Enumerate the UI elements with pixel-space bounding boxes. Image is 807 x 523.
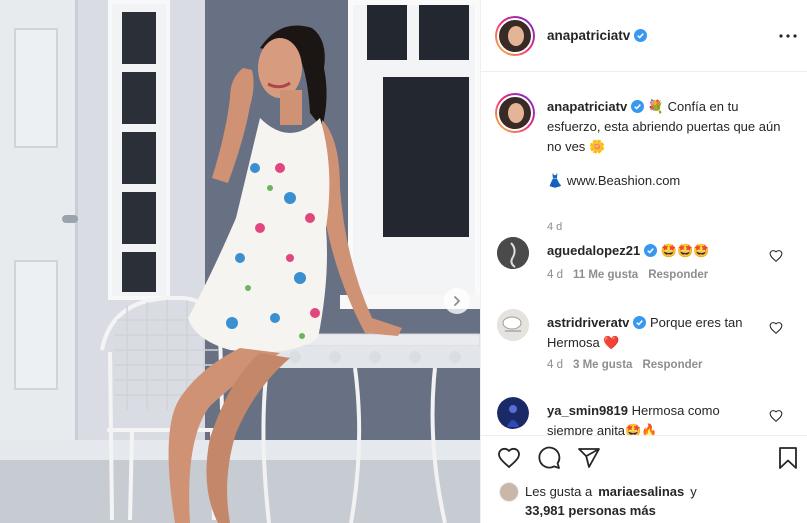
comment-timestamp[interactable]: 4 d [547, 269, 563, 281]
likes-joiner: y [690, 484, 697, 499]
comment-icon [538, 446, 561, 469]
door-panel-top [14, 28, 58, 148]
likes-count[interactable]: 33,981 personas más [525, 503, 656, 518]
comment-button[interactable] [537, 446, 561, 470]
likes-row: Les gusta a mariaesalinas y [499, 482, 697, 502]
comment-meta: 4 d 11 Me gusta Responder [547, 269, 708, 281]
comment-avatar[interactable] [497, 309, 529, 341]
comment-text: 🤩🤩🤩 [660, 243, 710, 258]
comment-timestamp[interactable]: 4 d [547, 359, 563, 371]
avatar-image [497, 309, 529, 341]
avatar-image [497, 397, 529, 429]
carousel-next-button[interactable] [444, 288, 470, 314]
more-horizontal-icon [779, 34, 797, 38]
avatar-image [497, 237, 529, 269]
caption-text: anapatriciatv 💐 Confía en tu esfuerzo, e… [547, 97, 787, 191]
chevron-right-icon [454, 296, 461, 306]
comment-like-count[interactable]: 3 Me gusta [573, 359, 632, 371]
save-button[interactable] [776, 446, 800, 470]
comment-body: ya_smin9819 Hermosa como siempre anita🤩🔥 [547, 401, 767, 435]
comments-list[interactable]: anapatriciatv 💐 Confía en tu esfuerzo, e… [481, 73, 807, 435]
caption-link-line: 👗 www.Beashion.com [547, 171, 787, 191]
bouquet-emoji: 💐 [647, 99, 665, 114]
heart-icon[interactable] [769, 321, 783, 335]
reply-button[interactable]: Responder [648, 269, 708, 281]
post-author-username[interactable]: anapatriciatv [547, 28, 648, 43]
reply-button[interactable]: Responder [642, 359, 702, 371]
bookmark-icon [779, 447, 797, 469]
verified-badge-icon [631, 100, 645, 113]
heart-icon[interactable] [769, 249, 783, 263]
share-icon [578, 448, 600, 468]
comment-body: aguedalopez21 🤩🤩🤩 [547, 241, 767, 261]
comment-avatar[interactable] [497, 397, 529, 429]
verified-badge-icon [633, 316, 647, 329]
verified-badge-icon [634, 29, 648, 42]
caption-avatar[interactable] [495, 93, 535, 133]
comment-like-count[interactable]: 11 Me gusta [573, 269, 638, 281]
liker-username[interactable]: mariaesalinas [598, 483, 684, 501]
woman-in-floral-dress [168, 25, 402, 523]
caption-website: www.Beashion.com [566, 173, 681, 188]
verified-badge-icon [644, 244, 658, 257]
caption-username[interactable]: anapatriciatv [547, 99, 627, 114]
post-actions: Les gusta a mariaesalinas y 33,981 perso… [481, 435, 807, 523]
likes-count-row: 33,981 personas más [499, 502, 697, 520]
username-text[interactable]: anapatriciatv [547, 28, 630, 43]
post-header: anapatriciatv [481, 0, 807, 72]
avatar-face [508, 103, 524, 123]
door-handle [62, 215, 78, 223]
avatar-face [508, 25, 524, 46]
heart-icon[interactable] [769, 409, 783, 423]
avatar[interactable] [495, 15, 535, 56]
avatar-image [497, 95, 533, 131]
comment-meta: 4 d 3 Me gusta Responder [547, 359, 703, 371]
comment-username[interactable]: ya_smin9819 [547, 403, 628, 418]
post-side-panel: anapatriciatv anapatriciatv 💐 Confía en … [480, 0, 807, 523]
likes-prefix: Les gusta a [525, 484, 593, 499]
comment-avatar[interactable] [497, 237, 529, 269]
heart-icon [498, 447, 520, 469]
likes-summary[interactable]: Les gusta a mariaesalinas y 33,981 perso… [499, 482, 697, 520]
avatar-image [497, 17, 533, 54]
flower-emoji: 🌼 [588, 139, 606, 154]
comment-username[interactable]: aguedalopez21 [547, 243, 640, 258]
post-photo[interactable] [0, 0, 480, 523]
dress-emoji: 👗 [547, 173, 564, 188]
action-icon-row [497, 446, 601, 470]
like-button[interactable] [497, 446, 521, 470]
comment-body: astridriveratv Porque eres tan Hermosa ❤… [547, 313, 767, 353]
door-panel-bottom [14, 260, 58, 390]
front-door [0, 0, 78, 460]
liker-avatar[interactable] [499, 482, 519, 502]
share-button[interactable] [577, 446, 601, 470]
more-options-button[interactable] [778, 26, 798, 46]
comment-username[interactable]: astridriveratv [547, 315, 629, 330]
caption-timestamp[interactable]: 4 d [547, 221, 562, 233]
